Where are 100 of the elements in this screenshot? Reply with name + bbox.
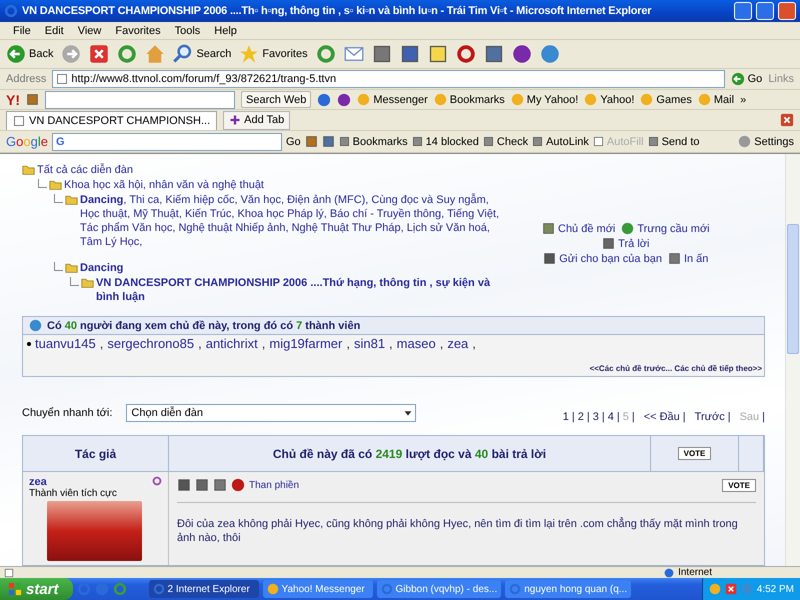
close-icon bbox=[780, 113, 794, 127]
vote-button[interactable]: VOTE bbox=[678, 447, 712, 460]
forum-link[interactable]: Tất cả các diễn đàn bbox=[37, 163, 134, 177]
toolbar-item[interactable]: Back bbox=[6, 44, 54, 64]
toolbar-icon-item[interactable] bbox=[89, 44, 110, 64]
close-button[interactable] bbox=[778, 2, 796, 20]
action-link[interactable]: Trả lời bbox=[602, 237, 650, 250]
page-separator: | bbox=[586, 411, 590, 423]
page-separator: | bbox=[602, 411, 605, 423]
scrollbar[interactable] bbox=[785, 154, 800, 566]
action-link[interactable]: Chủ đề mới bbox=[542, 222, 616, 235]
user-link[interactable]: sin81 bbox=[354, 336, 386, 351]
toolbar-item[interactable]: 14 blocked bbox=[412, 136, 479, 148]
breadcrumb-link[interactable]: VN DANCESPORT CHAMPIONSHIP 2006 ....Thứ hạng, thông tin , sự kiện và bình luận bbox=[96, 276, 502, 304]
page-link[interactable]: 4 bbox=[608, 411, 614, 423]
google-logo[interactable]: Google bbox=[6, 134, 48, 149]
menu-item[interactable]: Tools bbox=[168, 24, 208, 36]
author-link[interactable]: zea bbox=[29, 476, 47, 488]
folder-icon bbox=[81, 276, 94, 289]
page-link[interactable]: 3 bbox=[592, 411, 599, 423]
taskbar-button[interactable]: Gibbon (vqvhp) - des... bbox=[376, 580, 502, 598]
page-separator: | bbox=[632, 411, 635, 423]
folder-icon bbox=[22, 163, 35, 176]
yahoo-logo[interactable]: Y! bbox=[6, 92, 20, 108]
page-nav-link[interactable]: Trước bbox=[694, 411, 725, 423]
menu-item[interactable]: File bbox=[6, 24, 38, 36]
maximize-button[interactable] bbox=[756, 2, 774, 20]
menu-item[interactable]: View bbox=[70, 24, 108, 36]
toolbar-item[interactable]: AutoLink bbox=[532, 136, 589, 148]
more-button[interactable]: » bbox=[740, 94, 746, 106]
add-tab-button[interactable]: Add Tab bbox=[223, 110, 290, 130]
topic-nav-link[interactable]: <<Các chủ đề trước... Các chủ đề tiếp theo>> bbox=[590, 364, 762, 373]
envelope-icon bbox=[344, 44, 364, 64]
minimize-button[interactable] bbox=[734, 2, 752, 20]
page-link[interactable]: 2 bbox=[578, 411, 584, 423]
forum-list-text: Dancing, Thi ca, Kiếm hiệp cốc, Văn học, Điện ảnh (MFC), Cùng đọc và Suy ngẫm, Học thuật, Mỹ Thuật, Kiến Trúc, Khoa học Pháp lý, Báo chí - Truyền thông, Tiếng Việt, Tác phẩm Văn học, Nghệ thuật Nhiếp ảnh, Nghệ Thuật Thư Pháp, Lịch sử Văn hoá, Tâm Lý Học, bbox=[80, 193, 500, 249]
yahoo-search-field[interactable] bbox=[45, 90, 235, 108]
browser-tab[interactable]: VN DANCESPORT CHAMPIONSH... bbox=[6, 110, 218, 130]
toolbar-item[interactable]: Messenger bbox=[357, 93, 428, 106]
viewers-heading: Có 40 người đang xem chủ đề này, trong đó có 7 thành viên bbox=[47, 320, 360, 332]
toolbar-item[interactable]: Yahoo! bbox=[584, 93, 634, 106]
menu-item[interactable]: Help bbox=[207, 24, 244, 36]
taskbar-button[interactable]: Yahoo! Messenger bbox=[262, 580, 373, 598]
comma: , bbox=[389, 336, 393, 351]
action-link[interactable]: In ấn bbox=[668, 252, 708, 265]
page-separator: | bbox=[572, 411, 575, 423]
comma: , bbox=[440, 336, 444, 351]
google-search-field[interactable]: G bbox=[52, 132, 282, 150]
page-link[interactable]: 1 bbox=[562, 411, 569, 423]
comma: , bbox=[262, 336, 266, 351]
address-field[interactable]: http://www8.ttvnol.com/forum/f_93/872621/trang-5.ttvn bbox=[52, 70, 725, 88]
windows-logo-icon bbox=[8, 582, 22, 596]
page-separator: | bbox=[762, 411, 765, 423]
clock: 4:52 PM bbox=[756, 584, 794, 594]
toolbar-icon-item[interactable] bbox=[344, 44, 364, 64]
user-link[interactable]: tuanvu145 bbox=[35, 336, 96, 351]
bullet bbox=[27, 342, 31, 346]
menu-item[interactable]: Edit bbox=[38, 24, 71, 36]
taskbar-button[interactable]: 2 Internet Explorer bbox=[148, 580, 259, 598]
search-icon bbox=[173, 44, 194, 64]
forum-select[interactable]: Chọn diễn đàn bbox=[126, 404, 416, 422]
folder-icon bbox=[65, 261, 78, 274]
page-nav-link[interactable]: << Đầu bbox=[644, 411, 680, 423]
go-link[interactable]: Go bbox=[730, 72, 762, 86]
post-text: Đôi của zea không phải Hyec, cũng không phải không Hyec, nên tìm đi tìm lại trên .com chẳng thấy mặt mình trong ảnh nào, thôi bbox=[177, 517, 739, 545]
user-link[interactable]: sergechrono85 bbox=[107, 336, 194, 351]
user-link[interactable]: maseo bbox=[396, 336, 436, 351]
toolbar-item[interactable]: Check bbox=[482, 136, 528, 148]
toolbar-item[interactable]: Favorites bbox=[239, 44, 308, 64]
vote-button[interactable]: VOTE bbox=[722, 478, 756, 492]
settings-menu[interactable]: Settings bbox=[738, 135, 794, 148]
action-link[interactable]: Gửi cho bạn của bạn bbox=[543, 252, 662, 265]
toolbar-item[interactable]: My Yahoo! bbox=[510, 93, 578, 106]
page-icon bbox=[4, 568, 14, 578]
comma: , bbox=[198, 336, 202, 351]
menu-item[interactable]: Favorites bbox=[108, 24, 168, 36]
search-web-button[interactable]: Search Web bbox=[241, 91, 312, 108]
toolbar-item[interactable]: Bookmarks bbox=[338, 136, 408, 148]
taskbar-button[interactable]: nguyen hong quan (q... bbox=[505, 580, 632, 598]
toolbar-item: AutoFill bbox=[592, 136, 644, 148]
complaint-link[interactable]: Than phiền bbox=[249, 480, 300, 490]
toolbar-item[interactable]: Send to bbox=[648, 136, 700, 148]
plus-icon bbox=[229, 114, 242, 126]
page-separator: | bbox=[728, 411, 731, 423]
folder-icon bbox=[65, 193, 78, 206]
toolbar-item[interactable]: Bookmarks bbox=[434, 93, 505, 106]
go-link[interactable]: Go bbox=[286, 136, 301, 148]
toolbar-item[interactable]: Mail bbox=[698, 93, 734, 106]
window-title: VN DANCESPORT CHAMPIONSHIP 2006 ....Th▫ h▫ng, thông tin , s▫ ki▫n và bình lu▫n - Trái Tim Vi▫t - Microsoft Internet Explorer bbox=[22, 5, 652, 17]
user-link[interactable]: zea bbox=[447, 336, 468, 351]
column-heading: Chủ đề này đã có 2419 lượt đọc và 40 bài trả lời bbox=[272, 446, 546, 460]
action-link[interactable]: Trưng cầu mới bbox=[621, 222, 710, 235]
user-link[interactable]: mig19farmer bbox=[269, 336, 342, 351]
forum-link[interactable]: Khoa học xã hội, nhân văn và nghệ thuật bbox=[64, 178, 264, 192]
comma: , bbox=[346, 336, 350, 351]
user-link[interactable]: antichrixt bbox=[206, 336, 258, 351]
breadcrumb-link[interactable]: Dancing bbox=[80, 261, 124, 275]
toolbar-item[interactable]: Games bbox=[640, 93, 692, 106]
toolbar-item[interactable]: Search bbox=[173, 44, 232, 64]
address-label: Address bbox=[6, 73, 46, 85]
